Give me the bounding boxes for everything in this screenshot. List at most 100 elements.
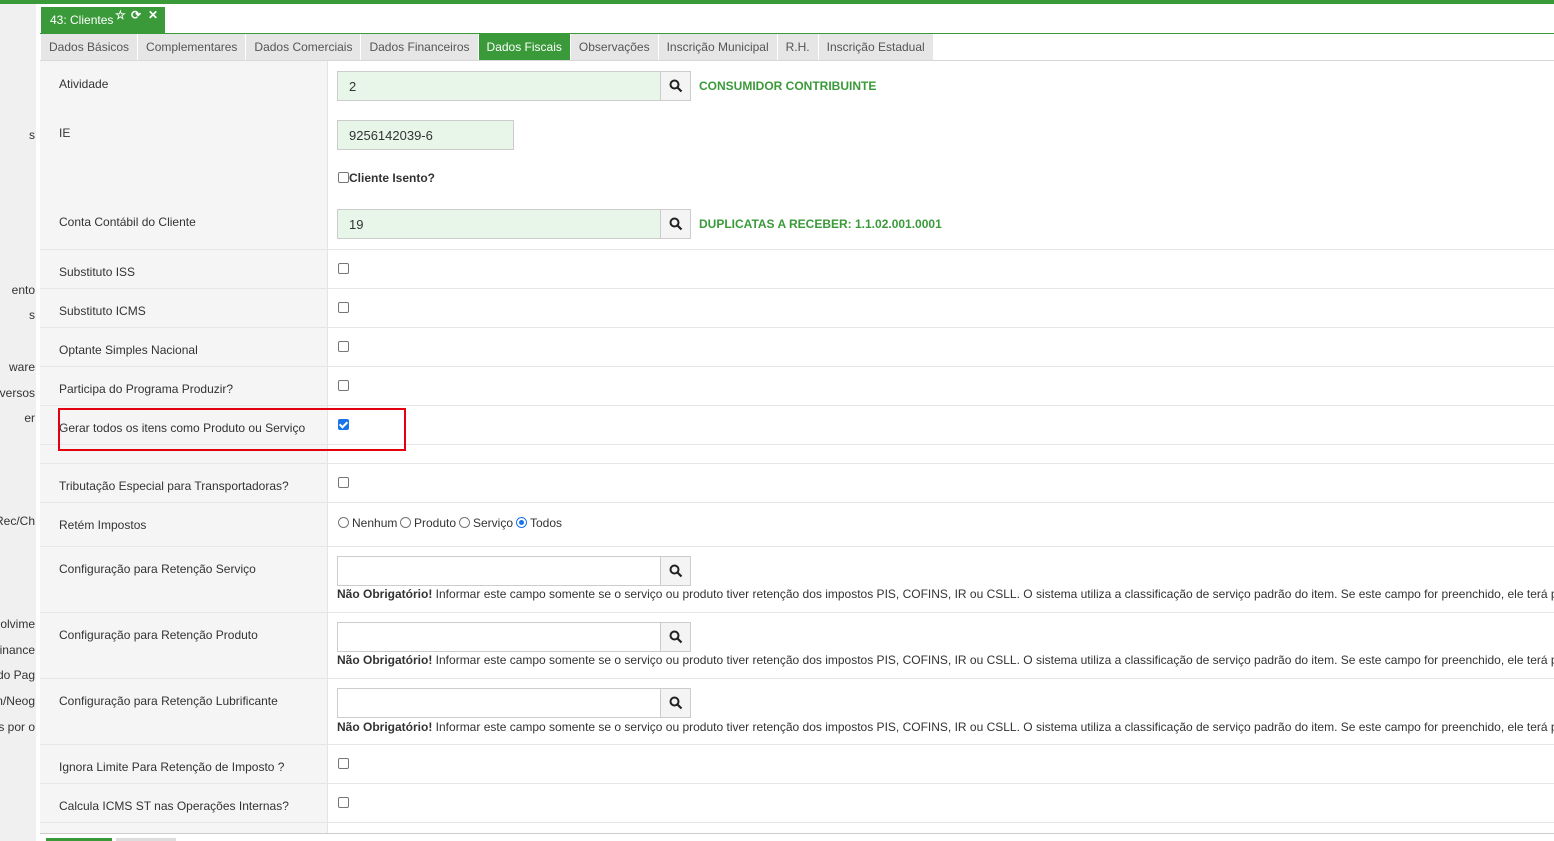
conta-contabil-search-button[interactable] — [660, 209, 691, 239]
sidebar-fragment[interactable]: Rec/Ch — [0, 514, 35, 528]
note-text: Informar este campo somente se o serviço… — [432, 720, 1554, 734]
tab-rh[interactable]: R.H. — [777, 34, 819, 60]
row-divider — [40, 366, 1554, 367]
optante-simples-checkbox[interactable] — [338, 341, 349, 352]
retencao-produto-label: Configuração para Retenção Produto — [59, 628, 258, 642]
row-divider — [40, 546, 1554, 547]
sidebar-fragment[interactable]: er — [24, 411, 35, 425]
retencao-produto-input[interactable] — [337, 622, 661, 652]
calcula-icms-st-checkbox[interactable] — [338, 797, 349, 808]
search-icon — [669, 564, 683, 578]
note-text: Informar este campo somente se o serviço… — [432, 653, 1554, 667]
search-icon — [669, 79, 683, 93]
sidebar-collapsed: s ento s ware versos er Rec/Ch olvime in… — [0, 4, 36, 841]
ie-label: IE — [59, 126, 71, 140]
tab-inscricao-estadual[interactable]: Inscrição Estadual — [818, 34, 934, 60]
radio-nenhum-label: Nenhum — [352, 516, 398, 530]
refresh-icon[interactable]: ⟳ — [131, 8, 141, 22]
note-prefix: Não Obrigatório! — [337, 587, 433, 601]
row-divider — [40, 405, 1554, 406]
atividade-label: Atividade — [59, 77, 109, 91]
conta-contabil-description: DUPLICATAS A RECEBER: 1.1.02.001.0001 — [699, 217, 942, 231]
row-divider — [40, 744, 1554, 745]
tab-dados-comerciais[interactable]: Dados Comerciais — [246, 34, 362, 60]
radio-produto[interactable] — [400, 517, 411, 528]
row-divider — [40, 327, 1554, 328]
retencao-servico-search-button[interactable] — [660, 556, 691, 586]
retencao-servico-input[interactable] — [337, 556, 661, 586]
tab-complementares[interactable]: Complementares — [138, 34, 247, 60]
radio-todos[interactable] — [516, 517, 527, 528]
ignora-limite-label: Ignora Limite Para Retenção de Imposto ? — [59, 760, 285, 774]
conta-contabil-label: Conta Contábil do Cliente — [59, 215, 196, 229]
row-divider — [40, 502, 1554, 503]
substituto-iss-label: Substituto ISS — [59, 265, 136, 279]
window-title: 43: Clientes — [50, 13, 114, 27]
tab-inscricao-municipal[interactable]: Inscrição Municipal — [658, 34, 778, 60]
sidebar-fragment[interactable]: s — [29, 128, 35, 142]
retencao-produto-note: Não Obrigatório! Informar este campo som… — [337, 653, 1554, 667]
row-divider — [40, 678, 1554, 679]
retencao-lubrificante-note: Não Obrigatório! Informar este campo som… — [337, 720, 1554, 734]
row-divider — [40, 249, 1554, 250]
substituto-icms-checkbox[interactable] — [338, 302, 349, 313]
window-tab[interactable]: 43: Clientes ☆ ⟳ ✕ — [41, 7, 165, 33]
tab-dados-basicos[interactable]: Dados Básicos — [41, 34, 139, 60]
sidebar-fragment[interactable]: do Pag — [0, 668, 35, 682]
row-divider — [40, 463, 1554, 464]
highlight-annotation-box — [58, 408, 406, 451]
ie-input[interactable]: 9256142039-6 — [337, 120, 514, 150]
cliente-isento-label: Cliente Isento? — [349, 171, 436, 185]
calcula-icms-st-label: Calcula ICMS ST nas Operações Internas? — [59, 799, 289, 813]
radio-servico-label: Serviço — [473, 516, 514, 530]
retencao-servico-label: Configuração para Retenção Serviço — [59, 562, 256, 576]
bottom-divider — [40, 833, 1554, 834]
top-accent-bar — [0, 0, 1554, 4]
tab-observacoes[interactable]: Observações — [570, 34, 659, 60]
ignora-limite-checkbox[interactable] — [338, 758, 349, 769]
tributacao-transportadoras-checkbox[interactable] — [338, 477, 349, 488]
programa-produzir-checkbox[interactable] — [338, 380, 349, 391]
radio-nenhum[interactable] — [338, 517, 349, 528]
atividade-description: CONSUMIDOR CONTRIBUINTE — [699, 79, 877, 93]
sidebar-fragment[interactable]: s — [29, 308, 35, 322]
substituto-iss-checkbox[interactable] — [338, 263, 349, 274]
radio-produto-label: Produto — [414, 516, 457, 530]
row-divider — [40, 288, 1554, 289]
sidebar-fragment[interactable]: s por o — [0, 720, 35, 734]
star-icon[interactable]: ☆ — [115, 8, 126, 22]
row-divider — [40, 822, 1554, 823]
retencao-lubrificante-input[interactable] — [337, 688, 661, 718]
atividade-search-button[interactable] — [660, 71, 691, 101]
close-icon[interactable]: ✕ — [148, 8, 158, 22]
radio-todos-label: Todos — [530, 516, 563, 530]
retencao-servico-note: Não Obrigatório! Informar este campo som… — [337, 587, 1554, 601]
retencao-lubrificante-search-button[interactable] — [660, 688, 691, 718]
sidebar-fragment[interactable]: n/Neog — [0, 694, 35, 708]
tributacao-transportadoras-label: Tributação Especial para Transportadoras… — [59, 479, 289, 493]
retencao-lubrificante-label: Configuração para Retenção Lubrificante — [59, 694, 278, 708]
tab-dados-fiscais[interactable]: Dados Fiscais — [478, 34, 571, 60]
sidebar-fragment[interactable]: ento — [12, 283, 35, 297]
cliente-isento-checkbox[interactable] — [338, 172, 349, 183]
tab-bar: Dados Básicos Complementares Dados Comer… — [41, 34, 934, 60]
atividade-input[interactable]: 2 — [337, 71, 661, 101]
retem-impostos-label: Retém Impostos — [59, 518, 147, 532]
note-prefix: Não Obrigatório! — [337, 653, 433, 667]
substituto-icms-label: Substituto ICMS — [59, 304, 146, 318]
search-icon — [669, 630, 683, 644]
optante-simples-label: Optante Simples Nacional — [59, 343, 198, 357]
sidebar-fragment[interactable]: olvime — [0, 617, 35, 631]
search-icon — [669, 696, 683, 710]
programa-produzir-label: Participa do Programa Produzir? — [59, 382, 234, 396]
note-text: Informar este campo somente se o serviço… — [432, 587, 1554, 601]
radio-servico[interactable] — [459, 517, 470, 528]
search-icon — [669, 217, 683, 231]
sidebar-fragment[interactable]: versos — [0, 386, 35, 400]
sidebar-fragment[interactable]: ware — [9, 360, 35, 374]
sidebar-fragment[interactable]: inance — [0, 643, 35, 657]
tab-dados-financeiros[interactable]: Dados Financeiros — [361, 34, 479, 60]
retencao-produto-search-button[interactable] — [660, 622, 691, 652]
note-prefix: Não Obrigatório! — [337, 720, 433, 734]
conta-contabil-input[interactable]: 19 — [337, 209, 661, 239]
